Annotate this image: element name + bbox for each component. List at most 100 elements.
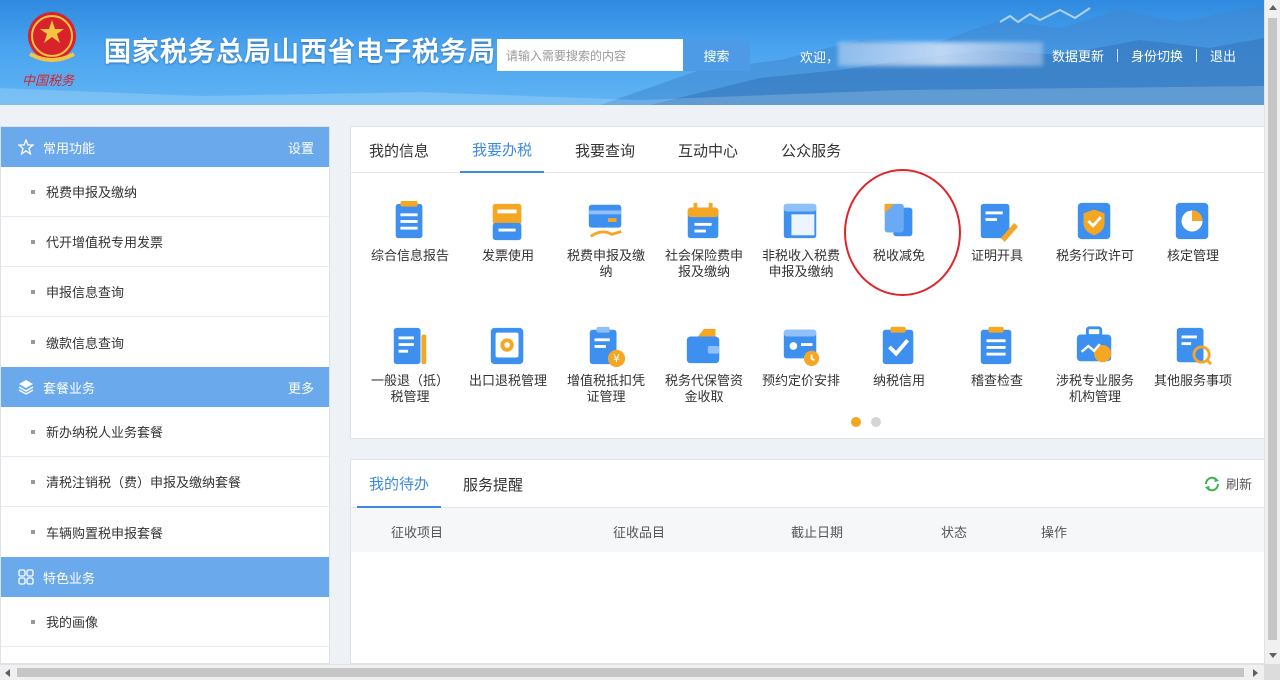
service-item[interactable]: 核定管理	[1148, 199, 1238, 265]
redacted-user-name	[838, 42, 1043, 66]
tab-tax-handling[interactable]: 我要办税	[460, 127, 545, 173]
service-item[interactable]: 证明开具	[952, 199, 1042, 265]
search-button[interactable]: 搜索	[683, 39, 750, 71]
service-label: 增值税抵扣凭证管理	[567, 374, 646, 405]
layers-icon	[17, 378, 35, 396]
tab-my-todo[interactable]: 我的待办	[357, 460, 442, 508]
service-label: 发票使用	[481, 249, 534, 264]
sidebar-item-tax-filing[interactable]: 税费申报及缴纳	[1, 167, 329, 217]
refresh-label: 刷新	[1225, 478, 1252, 493]
shield-icon	[1077, 202, 1111, 240]
settings-link[interactable]: 设置	[288, 138, 314, 157]
tab-interaction-center[interactable]: 互动中心	[666, 127, 750, 173]
service-item[interactable]: 税务代保管资金收取	[659, 324, 749, 406]
service-label: 综合信息报告	[371, 249, 450, 264]
data-update-link[interactable]: 数据更新	[1052, 46, 1104, 65]
sidebar-item-payment-query[interactable]: 缴款信息查询	[1, 317, 329, 367]
search-input[interactable]: 请输入需要搜索的内容	[497, 39, 683, 71]
refund-doc-icon	[393, 327, 427, 365]
service-item[interactable]: 税费申报及缴纳	[561, 199, 651, 281]
carousel-dots	[851, 417, 891, 427]
service-label: 社会保险费申报及缴纳	[665, 249, 744, 280]
sidebar-item-vat-invoice[interactable]: 代开增值税专用发票	[1, 217, 329, 267]
service-item[interactable]: 发票使用	[463, 199, 553, 265]
bullet	[31, 619, 35, 624]
bullet	[31, 340, 35, 344]
refresh-icon	[1204, 476, 1219, 491]
sidebar-item-deregistration[interactable]: 清税注销税（费）申报及缴纳套餐	[1, 457, 329, 507]
horizontal-scrollbar[interactable]	[0, 664, 1264, 680]
service-label: 税务行政许可	[1056, 249, 1135, 264]
yen-clipboard-icon: ¥	[589, 326, 626, 367]
scroll-down-icon[interactable]	[1269, 653, 1277, 658]
scroll-right-icon[interactable]	[1253, 669, 1258, 677]
bullet	[31, 479, 35, 484]
highlight-annotation-circle	[844, 169, 961, 296]
sidebar-header-title: 常用功能	[43, 141, 96, 157]
service-label: 其他服务事项	[1154, 374, 1233, 389]
pie-chart-icon	[1175, 202, 1209, 240]
sidebar-item-label: 我的画像	[46, 616, 99, 631]
service-item[interactable]: 稽查检查	[952, 324, 1042, 390]
svg-text:¥: ¥	[613, 353, 620, 365]
sidebar-item-new-taxpayer[interactable]: 新办纳税人业务套餐	[1, 407, 329, 457]
service-label: 涉税专业服务机构管理	[1056, 374, 1135, 405]
service-item[interactable]: 预约定价安排	[756, 324, 846, 390]
service-item[interactable]: 一般退（抵）税管理	[365, 324, 455, 406]
carousel-dot[interactable]	[871, 417, 881, 427]
list-clipboard-icon	[980, 326, 1012, 365]
column-header: 截止日期	[791, 526, 844, 541]
tab-query[interactable]: 我要查询	[563, 127, 647, 173]
divider	[1196, 49, 1198, 62]
scroll-left-icon[interactable]	[5, 669, 10, 677]
sidebar-item-label: 代开增值税专用发票	[46, 236, 164, 251]
wallet-icon	[686, 328, 720, 364]
service-label: 证明开具	[970, 249, 1023, 264]
column-header: 状态	[941, 526, 968, 541]
sidebar: 常用功能 设置 税费申报及缴纳 代开增值税专用发票 申报信息查询 缴款信息查询 …	[0, 126, 330, 664]
scroll-up-icon[interactable]	[1269, 5, 1277, 10]
sidebar-item-label: 新办纳税人业务套餐	[46, 426, 164, 441]
service-item[interactable]: 出口退税管理	[463, 324, 553, 390]
layout-icon	[783, 203, 817, 239]
sidebar-header-title: 套餐业务	[43, 381, 96, 397]
tab-service-reminder[interactable]: 服务提醒	[451, 460, 535, 508]
sidebar-item-filing-query[interactable]: 申报信息查询	[1, 267, 329, 317]
service-item[interactable]: 税务行政许可	[1050, 199, 1140, 265]
refresh-button[interactable]: 刷新	[1203, 474, 1252, 493]
service-label: 纳税信用	[872, 374, 925, 389]
sidebar-item-label: 申报信息查询	[46, 286, 125, 301]
certificate-edit-icon	[980, 203, 1018, 242]
divider	[1117, 49, 1119, 62]
more-link[interactable]: 更多	[288, 378, 314, 397]
logout-link[interactable]: 退出	[1210, 46, 1236, 65]
switch-identity-link[interactable]: 身份切换	[1131, 46, 1183, 65]
scrollbar-thumb[interactable]	[17, 668, 1244, 677]
service-item[interactable]: 社会保险费申报及缴纳	[659, 199, 749, 281]
sidebar-item-vehicle-tax[interactable]: 车辆购置税申报套餐	[1, 507, 329, 557]
tab-public-service[interactable]: 公众服务	[769, 127, 853, 173]
service-label: 一般退（抵）税管理	[371, 374, 450, 405]
column-header: 征收项目	[391, 526, 444, 541]
service-item[interactable]: 综合信息报告	[365, 199, 455, 265]
sidebar-item-my-profile[interactable]: 我的画像	[1, 597, 329, 647]
service-item[interactable]: 涉税专业服务机构管理	[1050, 324, 1140, 406]
scrollbar-thumb[interactable]	[1268, 18, 1277, 640]
emblem-caption: 中国税务	[22, 74, 75, 89]
briefcase-chart-icon	[1076, 326, 1112, 363]
vertical-scrollbar[interactable]	[1264, 0, 1280, 664]
site-title: 国家税务总局山西省电子税务局	[104, 37, 496, 68]
column-header: 操作	[1041, 526, 1068, 541]
service-item[interactable]: ¥ 增值税抵扣凭证管理	[561, 324, 651, 406]
grid-icon	[17, 568, 35, 586]
top-links: 数据更新 身份切换 退出	[1052, 46, 1236, 65]
service-item[interactable]: 非税收入税费申报及缴纳	[756, 199, 846, 281]
carousel-dot[interactable]	[851, 417, 861, 427]
service-item[interactable]: 其他服务事项	[1148, 324, 1238, 390]
check-clipboard-icon	[882, 326, 914, 365]
service-label: 稽查检查	[970, 374, 1023, 389]
tab-my-info[interactable]: 我的信息	[357, 127, 441, 173]
service-item[interactable]: 纳税信用	[854, 324, 944, 390]
site-header: 中国税务 国家税务总局山西省电子税务局 请输入需要搜索的内容 搜索 欢迎， 数据…	[0, 0, 1264, 105]
bullet	[31, 429, 35, 434]
